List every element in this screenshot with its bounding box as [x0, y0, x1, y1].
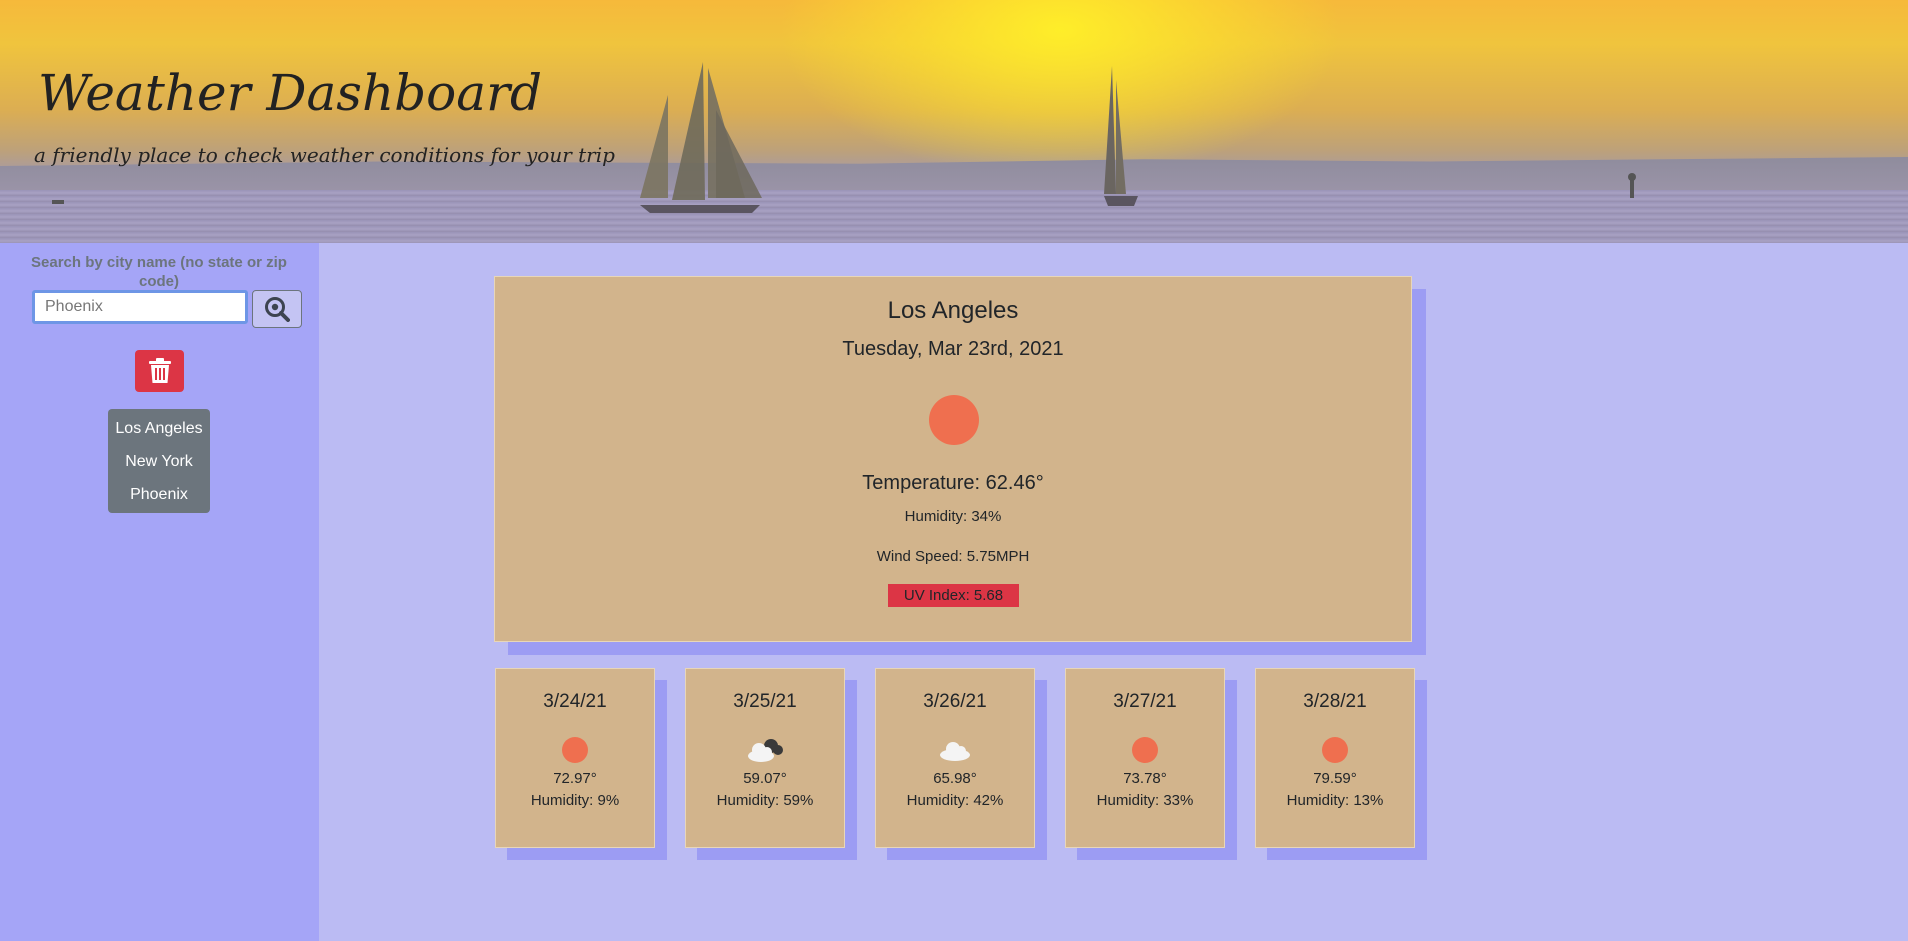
search-icon [265, 297, 290, 322]
sidebar: Search by city name (no state or zip cod… [0, 243, 319, 941]
forecast-date: 3/24/21 [543, 691, 607, 712]
forecast-date: 3/25/21 [733, 691, 797, 712]
city-search-input[interactable] [32, 290, 248, 324]
trash-icon [148, 358, 171, 383]
page-title: Weather Dashboard [38, 64, 542, 122]
forecast-temperature: 65.98° [933, 770, 977, 787]
current-date: Tuesday, Mar 23rd, 2021 [842, 338, 1064, 360]
forecast-card: 3/28/21 79.59° Humidity: 13% [1255, 668, 1415, 848]
forecast-temperature: 79.59° [1313, 770, 1357, 787]
forecast-humidity: Humidity: 59% [716, 792, 814, 809]
forecast-humidity: Humidity: 42% [906, 792, 1004, 809]
search-button[interactable] [252, 290, 302, 328]
search-history-list: Los Angeles New York Phoenix [108, 409, 210, 513]
cloudy-icon [748, 739, 783, 762]
forecast-date: 3/28/21 [1303, 691, 1367, 712]
clear-history-button[interactable] [135, 350, 184, 392]
sun-icon [929, 395, 979, 445]
uv-index-badge: UV Index: 5.68 [888, 584, 1019, 607]
history-item-phoenix[interactable]: Phoenix [108, 478, 210, 511]
forecast-temperature: 73.78° [1123, 770, 1167, 787]
forecast-humidity: Humidity: 33% [1096, 792, 1194, 809]
search-label: Search by city name (no state or zip cod… [31, 254, 287, 290]
sun-icon [1132, 737, 1158, 763]
forecast-card: 3/27/21 73.78° Humidity: 33% [1065, 668, 1225, 848]
forecast-card: 3/26/21 65.98° Humidity: 42% [875, 668, 1035, 848]
current-temperature: Temperature: 62.46° [862, 472, 1044, 494]
current-humidity: Humidity: 34% [904, 508, 1002, 525]
forecast-temperature: 59.07° [743, 770, 787, 787]
history-item-new-york[interactable]: New York [108, 445, 210, 478]
header-banner: Weather Dashboard a friendly place to ch… [0, 0, 1908, 243]
forecast-date: 3/26/21 [923, 691, 987, 712]
forecast-date: 3/27/21 [1113, 691, 1177, 712]
page-subtitle: a friendly place to check weather condit… [34, 143, 615, 167]
sun-icon [1322, 737, 1348, 763]
forecast-humidity: Humidity: 9% [530, 792, 620, 809]
city-name: Los Angeles [887, 297, 1019, 324]
forecast-temperature: 72.97° [553, 770, 597, 787]
current-weather-card: Los Angeles Tuesday, Mar 23rd, 2021 Temp… [494, 276, 1412, 642]
history-item-los-angeles[interactable]: Los Angeles [108, 412, 210, 445]
current-wind-speed: Wind Speed: 5.75MPH [876, 548, 1030, 565]
forecast-humidity: Humidity: 13% [1286, 792, 1384, 809]
forecast-card: 3/25/21 59.07° Humidity: 59% [685, 668, 845, 848]
cloud-icon [940, 742, 970, 761]
forecast-card: 3/24/21 72.97° Humidity: 9% [495, 668, 655, 848]
sun-icon [562, 737, 588, 763]
